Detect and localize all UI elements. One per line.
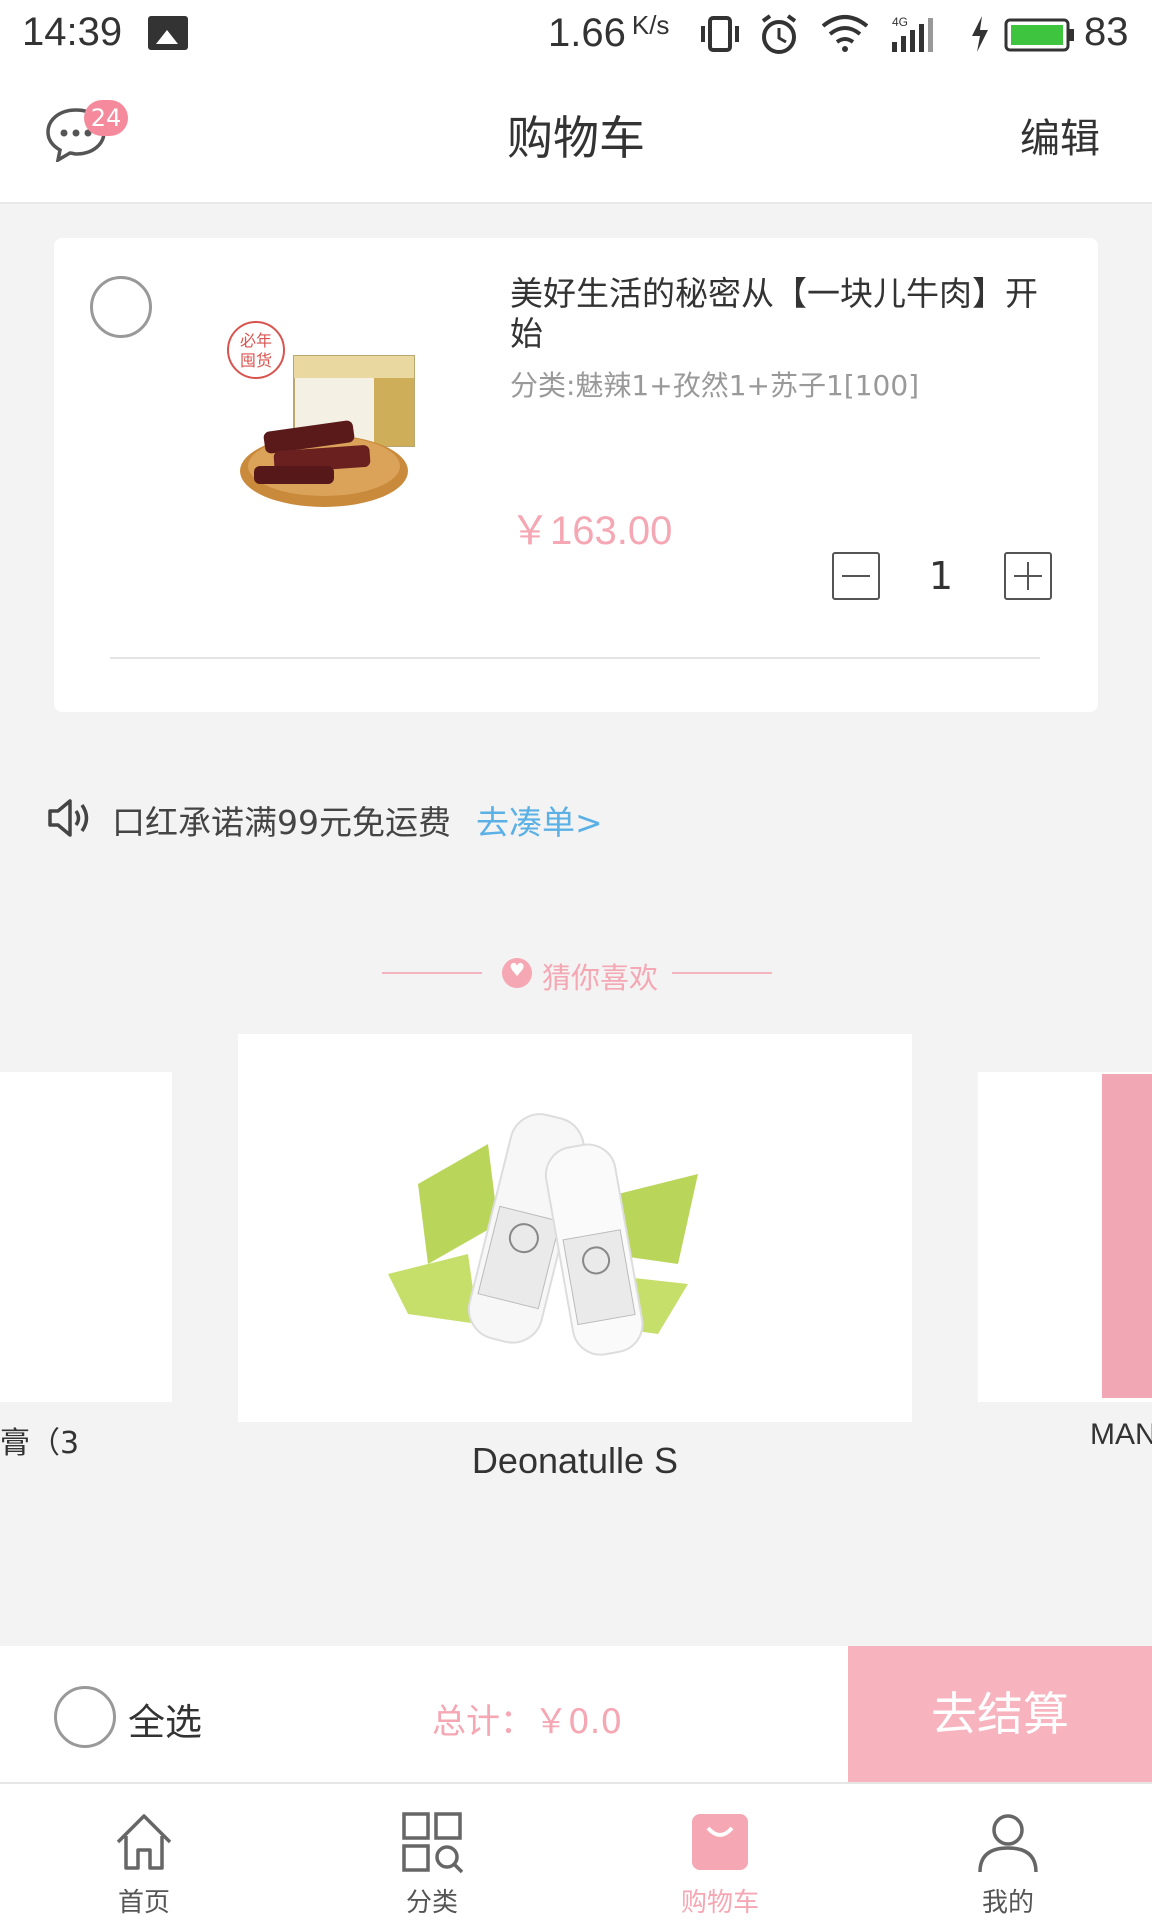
product-price: ￥163.00 xyxy=(510,509,673,553)
recommend-product-image[interactable] xyxy=(1102,1074,1152,1398)
tab-label: 分类 xyxy=(405,1888,458,1918)
network-speed-unit: K/s xyxy=(631,10,670,40)
battery-percent: 83 xyxy=(1084,10,1129,54)
checkout-button[interactable]: 去结算 xyxy=(848,1646,1152,1782)
recommend-item-name[interactable]: 膏（3 xyxy=(0,1418,79,1462)
svg-text:必年: 必年 xyxy=(240,331,272,350)
product-title[interactable]: 美好生活的秘密从【一块儿牛肉】开始 xyxy=(510,274,1070,354)
select-all-label[interactable]: 全选 xyxy=(128,1692,202,1746)
home-icon xyxy=(116,1814,172,1870)
recommend-title: 猜你喜欢 xyxy=(542,961,659,995)
section-divider-right xyxy=(672,972,772,974)
page-title: 购物车 xyxy=(507,111,645,165)
product-image[interactable]: 必年 囤货 xyxy=(224,316,434,516)
svg-text:4G: 4G xyxy=(892,15,908,29)
tab-category[interactable]: 分类 xyxy=(288,1782,576,1920)
speaker-icon xyxy=(48,799,89,837)
cart-bag-icon xyxy=(692,1814,748,1870)
minus-icon xyxy=(842,575,870,577)
alarm-icon xyxy=(761,14,797,54)
battery-icon xyxy=(1004,18,1074,52)
recommend-card-center[interactable] xyxy=(238,1034,912,1422)
tab-label: 首页 xyxy=(117,1888,170,1918)
edit-button[interactable]: 编辑 xyxy=(1020,106,1100,164)
tab-cart[interactable]: 购物车 xyxy=(576,1782,864,1920)
network-speed: 1.66 K/s xyxy=(548,10,669,56)
section-divider-left xyxy=(382,972,482,974)
quantity-value: 1 xyxy=(928,554,954,598)
vibrate-icon xyxy=(701,16,739,52)
item-select-checkbox[interactable] xyxy=(90,276,152,338)
network-speed-value: 1.66 xyxy=(548,11,626,55)
svg-text:囤货: 囤货 xyxy=(240,351,272,370)
tab-label: 我的 xyxy=(981,1888,1034,1918)
recommend-item-name[interactable]: Deonatulle S xyxy=(238,1440,912,1482)
signal-4g-icon: 4G xyxy=(892,15,933,52)
image-icon xyxy=(148,16,188,50)
tab-profile[interactable]: 我的 xyxy=(864,1782,1152,1920)
quantity-decrease-button[interactable] xyxy=(832,552,880,600)
quantity-increase-button[interactable] xyxy=(1004,552,1052,600)
recommend-item-name[interactable]: MAN xyxy=(1090,1418,1152,1452)
charging-icon xyxy=(972,16,988,52)
product-spec: 分类:魅辣1+孜然1+苏子1[100] xyxy=(510,369,920,402)
total-price: 总计：￥0.0 xyxy=(432,1702,623,1742)
recommend-card-left[interactable] xyxy=(0,1072,172,1402)
heart-icon xyxy=(502,958,532,988)
select-all-checkbox[interactable] xyxy=(54,1686,116,1748)
wifi-icon xyxy=(821,15,869,52)
promo-text: 口红承诺满99元免运费 xyxy=(112,803,451,842)
recommend-product-image[interactable] xyxy=(238,1034,912,1422)
category-icon xyxy=(402,1812,464,1874)
tab-label: 购物车 xyxy=(680,1888,759,1918)
card-divider xyxy=(110,657,1040,659)
status-time: 14:39 xyxy=(22,10,123,54)
promo-link[interactable]: 去凑单> xyxy=(476,796,603,844)
profile-icon xyxy=(978,1814,1038,1873)
tab-home[interactable]: 首页 xyxy=(0,1782,288,1920)
